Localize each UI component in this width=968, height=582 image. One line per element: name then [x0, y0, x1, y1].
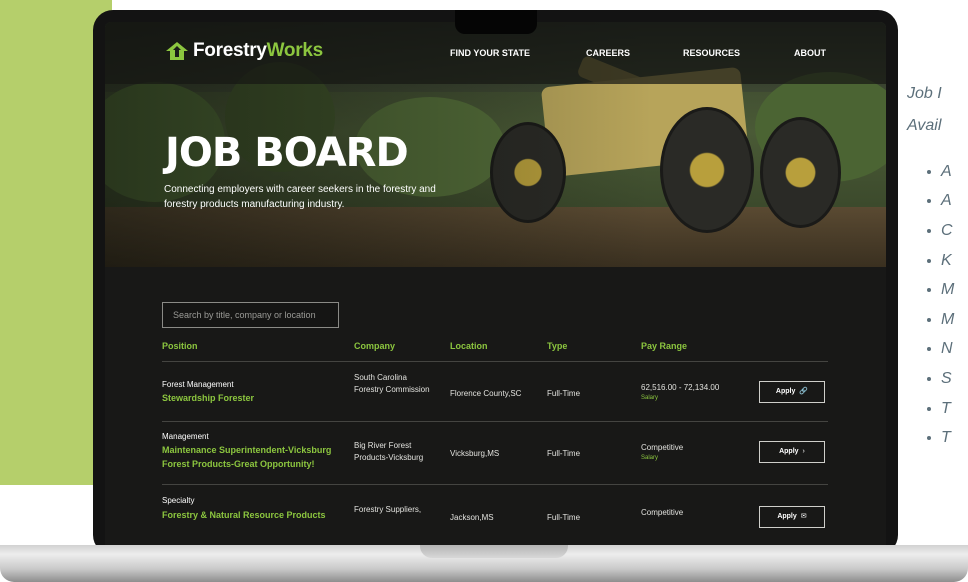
nav-about[interactable]: ABOUT — [794, 48, 826, 58]
list-item-label: M — [941, 281, 955, 299]
row-category: Forest Management — [162, 380, 234, 389]
list-item: K — [927, 246, 954, 276]
bullet-icon — [927, 169, 931, 174]
row-location: Vicksburg,MS — [450, 449, 500, 458]
list-item: C — [927, 216, 954, 246]
bullet-icon — [927, 406, 931, 411]
list-item: A — [927, 187, 954, 217]
row-pay-range: Competitive — [641, 443, 684, 452]
table-divider — [162, 421, 828, 422]
row-type: Full-Time — [547, 513, 581, 522]
row-pay-note: Salary — [641, 395, 659, 401]
list-item: N — [927, 335, 954, 365]
row-job-title[interactable]: Forestry & Natural Resource Products — [162, 508, 352, 522]
list-item: A — [927, 157, 954, 187]
bullet-icon — [927, 436, 931, 441]
list-item: T — [927, 423, 954, 453]
row-type: Full-Time — [547, 449, 581, 458]
apply-button[interactable]: Apply › — [759, 441, 825, 463]
side-heading-line-2: Avail — [907, 117, 942, 134]
row-pay-note: Salary — [641, 455, 659, 461]
list-item-label: K — [941, 251, 952, 269]
logo-text-forestry: Forestry — [193, 40, 267, 61]
link-icon: 🔗 — [799, 388, 809, 395]
side-list: A A C K M M N S T T — [927, 157, 954, 453]
apply-button-label: Apply — [775, 388, 796, 395]
row-category: Specialty — [162, 496, 195, 505]
row-company: Big River Forest Products-Vicksburg — [354, 441, 424, 462]
list-item-label: T — [941, 399, 951, 417]
bullet-icon — [927, 288, 931, 293]
table-divider — [162, 361, 828, 362]
row-location: Jackson,MS — [450, 513, 494, 522]
apply-button[interactable]: Apply ✉ — [759, 506, 825, 528]
bullet-icon — [927, 258, 931, 263]
row-company: South Carolina Forestry Commission — [354, 373, 430, 394]
column-header-position[interactable]: Position — [162, 341, 198, 351]
column-header-type[interactable]: Type — [547, 341, 567, 351]
bullet-icon — [927, 317, 931, 322]
chevron-right-icon: › — [802, 448, 805, 455]
column-header-company[interactable]: Company — [354, 341, 395, 351]
apply-button-label: Apply — [779, 448, 799, 455]
list-item-label: T — [941, 429, 951, 447]
table-divider — [162, 484, 828, 485]
row-category: Management — [162, 432, 209, 441]
tree-house-icon — [166, 42, 188, 60]
column-header-location[interactable]: Location — [450, 341, 488, 351]
site-logo[interactable]: Forestry Works — [165, 40, 323, 62]
page-subtitle: Connecting employers with career seekers… — [164, 184, 436, 210]
nav-resources[interactable]: RESOURCES — [683, 48, 740, 58]
bullet-icon — [927, 199, 931, 204]
nav-careers[interactable]: CAREERS — [586, 48, 630, 58]
apply-button[interactable]: Apply 🔗 — [759, 381, 825, 403]
list-item: S — [927, 364, 954, 394]
list-item: M — [927, 305, 954, 335]
mail-icon: ✉ — [800, 513, 807, 520]
list-item: M — [927, 275, 954, 305]
row-job-title[interactable]: Stewardship Forester — [162, 391, 342, 405]
list-item-label: M — [941, 310, 955, 328]
list-item-label: S — [941, 369, 952, 387]
list-item-label: N — [941, 340, 953, 358]
list-item-label: C — [941, 221, 953, 239]
laptop-screen: Forestry Works FIND YOUR STATE CAREERS RE… — [105, 22, 886, 545]
list-item: T — [927, 394, 954, 424]
bullet-icon — [927, 347, 931, 352]
row-type: Full-Time — [547, 389, 581, 398]
nav-find-your-state[interactable]: FIND YOUR STATE — [450, 48, 530, 58]
row-location: Florence County,SC — [450, 389, 522, 398]
row-company: Forestry Suppliers, — [354, 505, 422, 514]
bullet-icon — [927, 376, 931, 381]
bullet-icon — [927, 228, 931, 233]
column-header-pay-range[interactable]: Pay Range — [641, 341, 687, 351]
list-item-label: A — [941, 192, 952, 210]
camera-notch — [455, 10, 537, 34]
row-pay-range: Competitive — [641, 508, 684, 517]
side-heading-line-1: Job I — [907, 85, 942, 102]
row-pay-range: 62,516.00 - 72,134.00 — [641, 383, 720, 392]
row-job-title[interactable]: Maintenance Superintendent-Vicksburg For… — [162, 443, 350, 471]
laptop-opening-notch — [420, 545, 568, 558]
logo-text-works: Works — [266, 40, 324, 61]
page-title: JOB BOARD — [165, 130, 409, 176]
list-item-label: A — [941, 162, 952, 180]
search-input[interactable]: Search by title, company or location — [162, 302, 339, 328]
apply-button-label: Apply — [777, 513, 797, 520]
